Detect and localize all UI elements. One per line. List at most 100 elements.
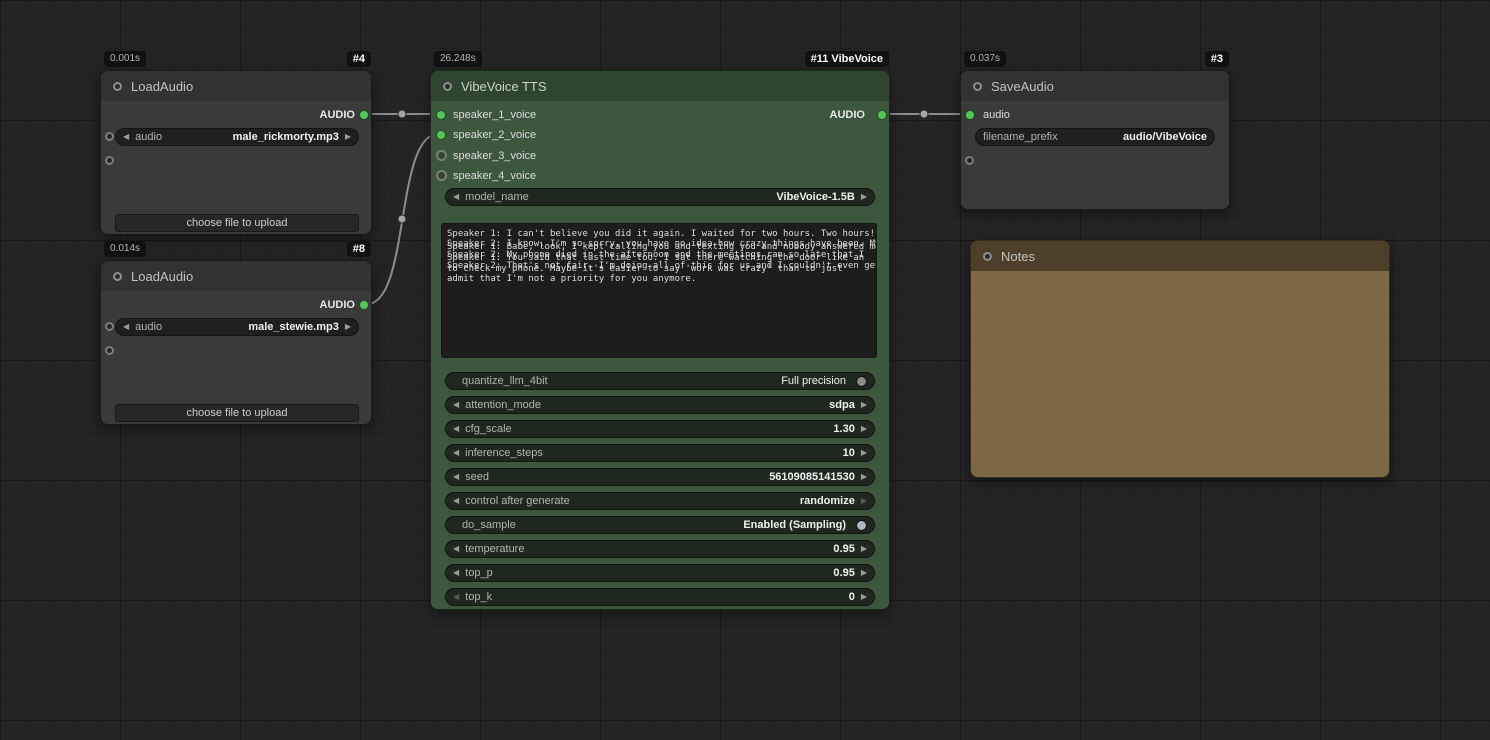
prev-arrow-icon[interactable]: ◀ (453, 492, 459, 510)
widget-input-slot[interactable] (105, 322, 114, 331)
node-titlebar[interactable]: Notes (971, 241, 1389, 271)
param-label: control after generate (465, 495, 570, 507)
widget-value: audio/VibeVoice (1123, 131, 1207, 143)
param-value: 0 (849, 591, 855, 603)
collapse-dot-icon[interactable] (443, 82, 452, 91)
increment-arrow-icon[interactable]: ▶ (861, 468, 867, 486)
prev-arrow-icon[interactable]: ◀ (453, 188, 459, 206)
link-midpoint-dot[interactable] (398, 215, 406, 223)
param-quantize-llm-4bit[interactable]: quantize_llm_4bit Full precision (445, 372, 875, 390)
collapse-dot-icon[interactable] (973, 82, 982, 91)
param-attention-mode[interactable]: ◀ attention_mode sdpa ▶ (445, 396, 875, 414)
param-do-sample[interactable]: do_sample Enabled (Sampling) (445, 516, 875, 534)
increment-arrow-icon[interactable]: ▶ (861, 420, 867, 438)
decrement-arrow-icon[interactable]: ◀ (453, 540, 459, 558)
widget-input-slot[interactable] (105, 156, 114, 165)
node-titlebar[interactable]: LoadAudio (101, 71, 371, 101)
collapse-dot-icon[interactable] (983, 252, 992, 261)
audio-output-pin[interactable] (877, 110, 887, 120)
execution-time-badge: 0.014s (104, 241, 146, 257)
text-line: admit that I'm not a priority for you an… (447, 274, 696, 285)
param-label: top_k (465, 591, 492, 603)
node-title: LoadAudio (131, 79, 193, 94)
output-slot-label: AUDIO (320, 109, 355, 121)
node-order-badge: #4 (347, 51, 371, 67)
param-top-p[interactable]: ◀ top_p 0.95 ▶ (445, 564, 875, 582)
node-title: LoadAudio (131, 269, 193, 284)
speaker-1-input-pin[interactable] (436, 110, 446, 120)
param-inference-steps[interactable]: ◀ inference_steps 10 ▶ (445, 444, 875, 462)
next-arrow-icon[interactable]: ▶ (861, 492, 867, 510)
toggle-off-icon[interactable] (856, 376, 867, 387)
audio-output-pin[interactable] (359, 300, 369, 310)
widget-label: model_name (465, 191, 529, 203)
notes-content-area[interactable] (971, 271, 1389, 477)
param-seed[interactable]: ◀ seed 56109085141530 ▶ (445, 468, 875, 486)
decrement-arrow-icon[interactable]: ◀ (453, 444, 459, 462)
choose-file-button[interactable]: choose file to upload (115, 214, 359, 232)
param-label: quantize_llm_4bit (462, 375, 548, 387)
widget-value: VibeVoice-1.5B (776, 191, 854, 203)
node-vibevoice-tts[interactable]: 26.248s #11 VibeVoice VibeVoice TTS spea… (430, 70, 890, 610)
prev-arrow-icon[interactable]: ◀ (453, 396, 459, 414)
audio-file-widget[interactable]: ◀ audio male_rickmorty.mp3 ▶ (115, 128, 359, 146)
prev-arrow-icon[interactable]: ◀ (123, 128, 129, 146)
next-arrow-icon[interactable]: ▶ (345, 318, 351, 336)
decrement-arrow-icon[interactable]: ◀ (453, 564, 459, 582)
next-arrow-icon[interactable]: ▶ (345, 128, 351, 146)
output-slot-label: AUDIO (830, 109, 865, 121)
choose-file-button[interactable]: choose file to upload (115, 404, 359, 422)
speaker-4-input-pin[interactable] (436, 170, 447, 181)
next-arrow-icon[interactable]: ▶ (861, 396, 867, 414)
increment-arrow-icon[interactable]: ▶ (861, 444, 867, 462)
audio-input-pin[interactable] (965, 110, 975, 120)
next-arrow-icon[interactable]: ▶ (861, 188, 867, 206)
decrement-arrow-icon[interactable]: ◀ (453, 468, 459, 486)
node-titlebar[interactable]: VibeVoice TTS (431, 71, 889, 101)
link-midpoint-dot[interactable] (398, 110, 406, 118)
speaker-2-input-pin[interactable] (436, 130, 446, 140)
node-titlebar[interactable]: SaveAudio (961, 71, 1229, 101)
execution-time-badge: 0.001s (104, 51, 146, 67)
param-value: randomize (800, 495, 855, 507)
param-top-k[interactable]: ◀ top_k 0 ▶ (445, 588, 875, 606)
node-loadaudio-1[interactable]: 0.001s #4 LoadAudio AUDIO ◀ audio male_r… (100, 70, 372, 235)
node-titlebar[interactable]: LoadAudio (101, 261, 371, 291)
input-slot-label: audio (983, 109, 1010, 121)
increment-arrow-icon[interactable]: ▶ (861, 588, 867, 606)
param-temperature[interactable]: ◀ temperature 0.95 ▶ (445, 540, 875, 558)
link-midpoint-dot[interactable] (920, 110, 928, 118)
decrement-arrow-icon[interactable]: ◀ (453, 420, 459, 438)
collapse-dot-icon[interactable] (113, 82, 122, 91)
param-value: 56109085141530 (769, 471, 855, 483)
widget-value: male_rickmorty.mp3 (233, 131, 339, 143)
node-graph-canvas[interactable]: 0.001s #4 LoadAudio AUDIO ◀ audio male_r… (0, 0, 1490, 740)
widget-input-slot[interactable] (105, 346, 114, 355)
node-title: VibeVoice TTS (461, 79, 547, 94)
node-saveaudio[interactable]: 0.037s #3 SaveAudio audio filename_prefi… (960, 70, 1230, 210)
param-cfg-scale[interactable]: ◀ cfg_scale 1.30 ▶ (445, 420, 875, 438)
widget-input-slot[interactable] (105, 132, 114, 141)
filename-prefix-widget[interactable]: filename_prefix audio/VibeVoice (975, 128, 1215, 146)
widget-input-slot[interactable] (965, 156, 974, 165)
param-control-after-generate[interactable]: ◀ control after generate randomize ▶ (445, 492, 875, 510)
node-loadaudio-2[interactable]: 0.014s #8 LoadAudio AUDIO ◀ audio male_s… (100, 260, 372, 425)
node-title: SaveAudio (991, 79, 1054, 94)
execution-time-badge: 0.037s (964, 51, 1006, 67)
input-slot-label: speaker_4_voice (453, 170, 536, 182)
increment-arrow-icon[interactable]: ▶ (861, 540, 867, 558)
node-notes[interactable]: Notes (970, 240, 1390, 478)
audio-file-widget[interactable]: ◀ audio male_stewie.mp3 ▶ (115, 318, 359, 336)
collapse-dot-icon[interactable] (113, 272, 122, 281)
model-name-widget[interactable]: ◀ model_name VibeVoice-1.5B ▶ (445, 188, 875, 206)
node-order-badge: #8 (347, 241, 371, 257)
dialogue-text-area[interactable]: Speaker 1: I can't believe you did it ag… (441, 223, 877, 358)
decrement-arrow-icon[interactable]: ◀ (453, 588, 459, 606)
input-slot-label: speaker_2_voice (453, 129, 536, 141)
audio-output-pin[interactable] (359, 110, 369, 120)
toggle-on-icon[interactable] (856, 520, 867, 531)
param-value: 0.95 (833, 567, 854, 579)
speaker-3-input-pin[interactable] (436, 150, 447, 161)
prev-arrow-icon[interactable]: ◀ (123, 318, 129, 336)
increment-arrow-icon[interactable]: ▶ (861, 564, 867, 582)
